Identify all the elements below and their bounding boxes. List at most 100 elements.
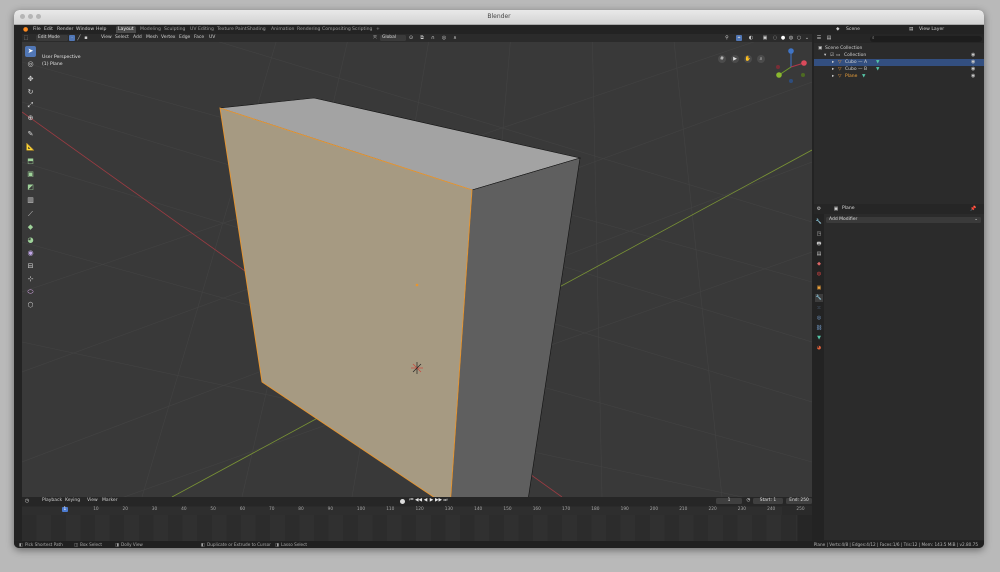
tab-layout[interactable]: Layout <box>116 26 136 33</box>
proportional-editing-icon[interactable]: ◎ <box>441 35 447 41</box>
view-layer-icon[interactable]: ▤ <box>909 26 913 33</box>
add-workspace-button[interactable]: + <box>374 26 382 33</box>
jump-start-icon[interactable]: ⏮ <box>409 498 414 504</box>
menu-window[interactable]: Window <box>76 26 94 33</box>
annotate-tool-icon[interactable]: ✎ <box>25 129 36 140</box>
timeline-track-area[interactable] <box>22 515 797 541</box>
physics-tab-icon[interactable]: ◎ <box>815 314 823 322</box>
zoom-window-button[interactable] <box>36 14 41 19</box>
menu-file[interactable]: File <box>33 26 41 33</box>
output-tab-icon[interactable]: 🖶 <box>815 240 823 248</box>
menu-add[interactable]: Add <box>133 34 142 42</box>
collection-expand-icon[interactable]: ▾ <box>824 52 826 59</box>
shading-wireframe-icon[interactable]: ◌ <box>772 35 778 41</box>
menu-keying[interactable]: Keying <box>65 497 80 505</box>
preview-range-icon[interactable]: ◷ <box>746 498 751 504</box>
mesh-data-tab-icon[interactable]: ▼ <box>815 334 823 342</box>
current-frame-field[interactable]: 1 <box>716 498 742 504</box>
grid-toggle-icon[interactable]: # <box>718 55 726 63</box>
tab-texture-paint[interactable]: Texture Paint <box>215 26 249 33</box>
move-tool-icon[interactable]: ✥ <box>25 74 36 85</box>
jump-end-icon[interactable]: ⏭ <box>443 498 448 504</box>
close-window-button[interactable] <box>20 14 25 19</box>
tab-compositing[interactable]: Compositing <box>320 26 353 33</box>
display-mode-icon[interactable]: ▤ <box>826 35 832 41</box>
menu-face[interactable]: Face <box>194 34 204 42</box>
visibility-eye-icon[interactable]: ◉ <box>971 73 975 80</box>
outliner-row-cubo-b[interactable]: ▸ ▽ Cubo — B ▼ ◉ <box>814 66 984 73</box>
menu-uv[interactable]: UV <box>209 34 215 42</box>
shading-solid-icon[interactable]: ● <box>780 35 786 41</box>
tool-tab-icon[interactable]: 🔧 <box>815 218 823 226</box>
menu-view[interactable]: View <box>101 34 112 42</box>
menu-edit[interactable]: Edit <box>44 26 53 33</box>
outliner-editor-type-icon[interactable]: ☰ <box>816 35 822 41</box>
view-layer-selector[interactable]: View Layer <box>919 26 944 33</box>
outliner-row-collection[interactable]: ▾ ☑ ▭ Collection ◉ <box>814 52 984 59</box>
poly-build-tool-icon[interactable]: ◆ <box>25 222 36 233</box>
tab-modeling[interactable]: Modeling <box>138 26 163 33</box>
tab-uv-editing[interactable]: UV Editing <box>188 26 216 33</box>
xray-icon[interactable]: ▣ <box>762 35 768 41</box>
shrink-fatten-tool-icon[interactable]: ⊹ <box>25 274 36 285</box>
blender-logo-icon[interactable]: ● <box>23 26 28 33</box>
smooth-tool-icon[interactable]: ◉ <box>25 248 36 259</box>
scene-tab-icon[interactable]: ◆ <box>815 260 823 268</box>
transform-orientation-icon[interactable]: ⤧ <box>372 35 378 41</box>
snap-icon[interactable]: ⧉ <box>419 35 425 41</box>
modifier-tab-icon[interactable]: 🔧 <box>815 294 823 302</box>
knife-tool-icon[interactable]: ⟋ <box>25 209 36 220</box>
magnet-icon[interactable]: ∩ <box>430 35 436 41</box>
render-tab-icon[interactable]: ◳ <box>815 230 823 238</box>
view-object-types-icon[interactable]: ⚲ <box>724 35 730 41</box>
constraints-tab-icon[interactable]: ⛓ <box>815 324 823 332</box>
inset-tool-icon[interactable]: ▣ <box>25 169 36 180</box>
menu-render[interactable]: Render <box>57 26 73 33</box>
face-select-icon[interactable]: ▪ <box>83 35 89 41</box>
rip-region-tool-icon[interactable]: ⬡ <box>25 300 36 311</box>
visibility-eye-icon[interactable]: ◉ <box>971 66 975 73</box>
view-layer-tab-icon[interactable]: ▤ <box>815 250 823 258</box>
timeline-scrollbar[interactable] <box>798 515 812 541</box>
zoom-icon[interactable]: ⌕ <box>757 55 765 63</box>
menu-edge[interactable]: Edge <box>179 34 190 42</box>
menu-vertex[interactable]: Vertex <box>161 34 175 42</box>
tab-animation[interactable]: Animation <box>269 26 296 33</box>
play-icon[interactable]: ▶ <box>429 498 434 504</box>
shading-material-icon[interactable]: ◍ <box>788 35 794 41</box>
material-tab-icon[interactable]: ◕ <box>815 344 823 352</box>
next-keyframe-icon[interactable]: ▶▶ <box>435 498 442 504</box>
menu-mesh[interactable]: Mesh <box>146 34 158 42</box>
pivot-point-icon[interactable]: ⊙ <box>408 35 414 41</box>
camera-view-icon[interactable]: ▶ <box>731 55 739 63</box>
spin-tool-icon[interactable]: ◕ <box>25 235 36 246</box>
properties-editor-type-icon[interactable]: ⚙ <box>816 206 822 212</box>
tab-rendering[interactable]: Rendering <box>295 26 322 33</box>
3d-viewport[interactable]: ➤ ◎ ✥ ↻ ⤢ ⊕ ✎ 📐 ⬒ ▣ ◩ ▥ ⟋ ◆ ◕ ◉ ⊟ ⊹ ⬭ ⬡ … <box>22 42 812 497</box>
loop-cut-tool-icon[interactable]: ▥ <box>25 195 36 206</box>
expand-icon[interactable]: ▸ <box>832 66 834 73</box>
shear-tool-icon[interactable]: ⬭ <box>25 287 36 298</box>
particles-tab-icon[interactable]: ⁙ <box>815 304 823 312</box>
editor-type-icon[interactable]: ⬚ <box>23 35 29 41</box>
frame-ruler[interactable]: 1 10 20 30 40 50 60 70 80 90 100 110 120 130 140 150 160… <box>22 507 805 515</box>
scene-selector[interactable]: Scene <box>846 26 860 33</box>
prev-keyframe-icon[interactable]: ◀◀ <box>415 498 422 504</box>
outliner-row-plane[interactable]: ▸ ▽ Plane ▼ ◉ <box>814 73 984 80</box>
shading-options-icon[interactable]: ⌄ <box>804 35 810 41</box>
object-tab-icon[interactable]: ▣ <box>815 284 823 292</box>
add-modifier-dropdown[interactable]: Add Modifier ⌄ <box>826 217 981 223</box>
tab-shading[interactable]: Shading <box>245 26 268 33</box>
scene-icon[interactable]: ◆ <box>836 26 840 33</box>
menu-playback[interactable]: Playback <box>42 497 62 505</box>
visibility-eye-icon[interactable]: ◉ <box>971 52 975 59</box>
menu-marker[interactable]: Marker <box>102 497 118 505</box>
bevel-tool-icon[interactable]: ◩ <box>25 182 36 193</box>
tab-sculpting[interactable]: Sculpting <box>162 26 187 33</box>
expand-icon[interactable]: ▸ <box>832 59 834 66</box>
measure-tool-icon[interactable]: 📐 <box>25 142 36 153</box>
pin-icon[interactable]: 📌 <box>970 206 976 212</box>
navigation-gizmo[interactable] <box>774 47 808 87</box>
vertex-select-icon[interactable]: · <box>69 35 75 41</box>
scale-tool-icon[interactable]: ⤢ <box>25 100 36 111</box>
